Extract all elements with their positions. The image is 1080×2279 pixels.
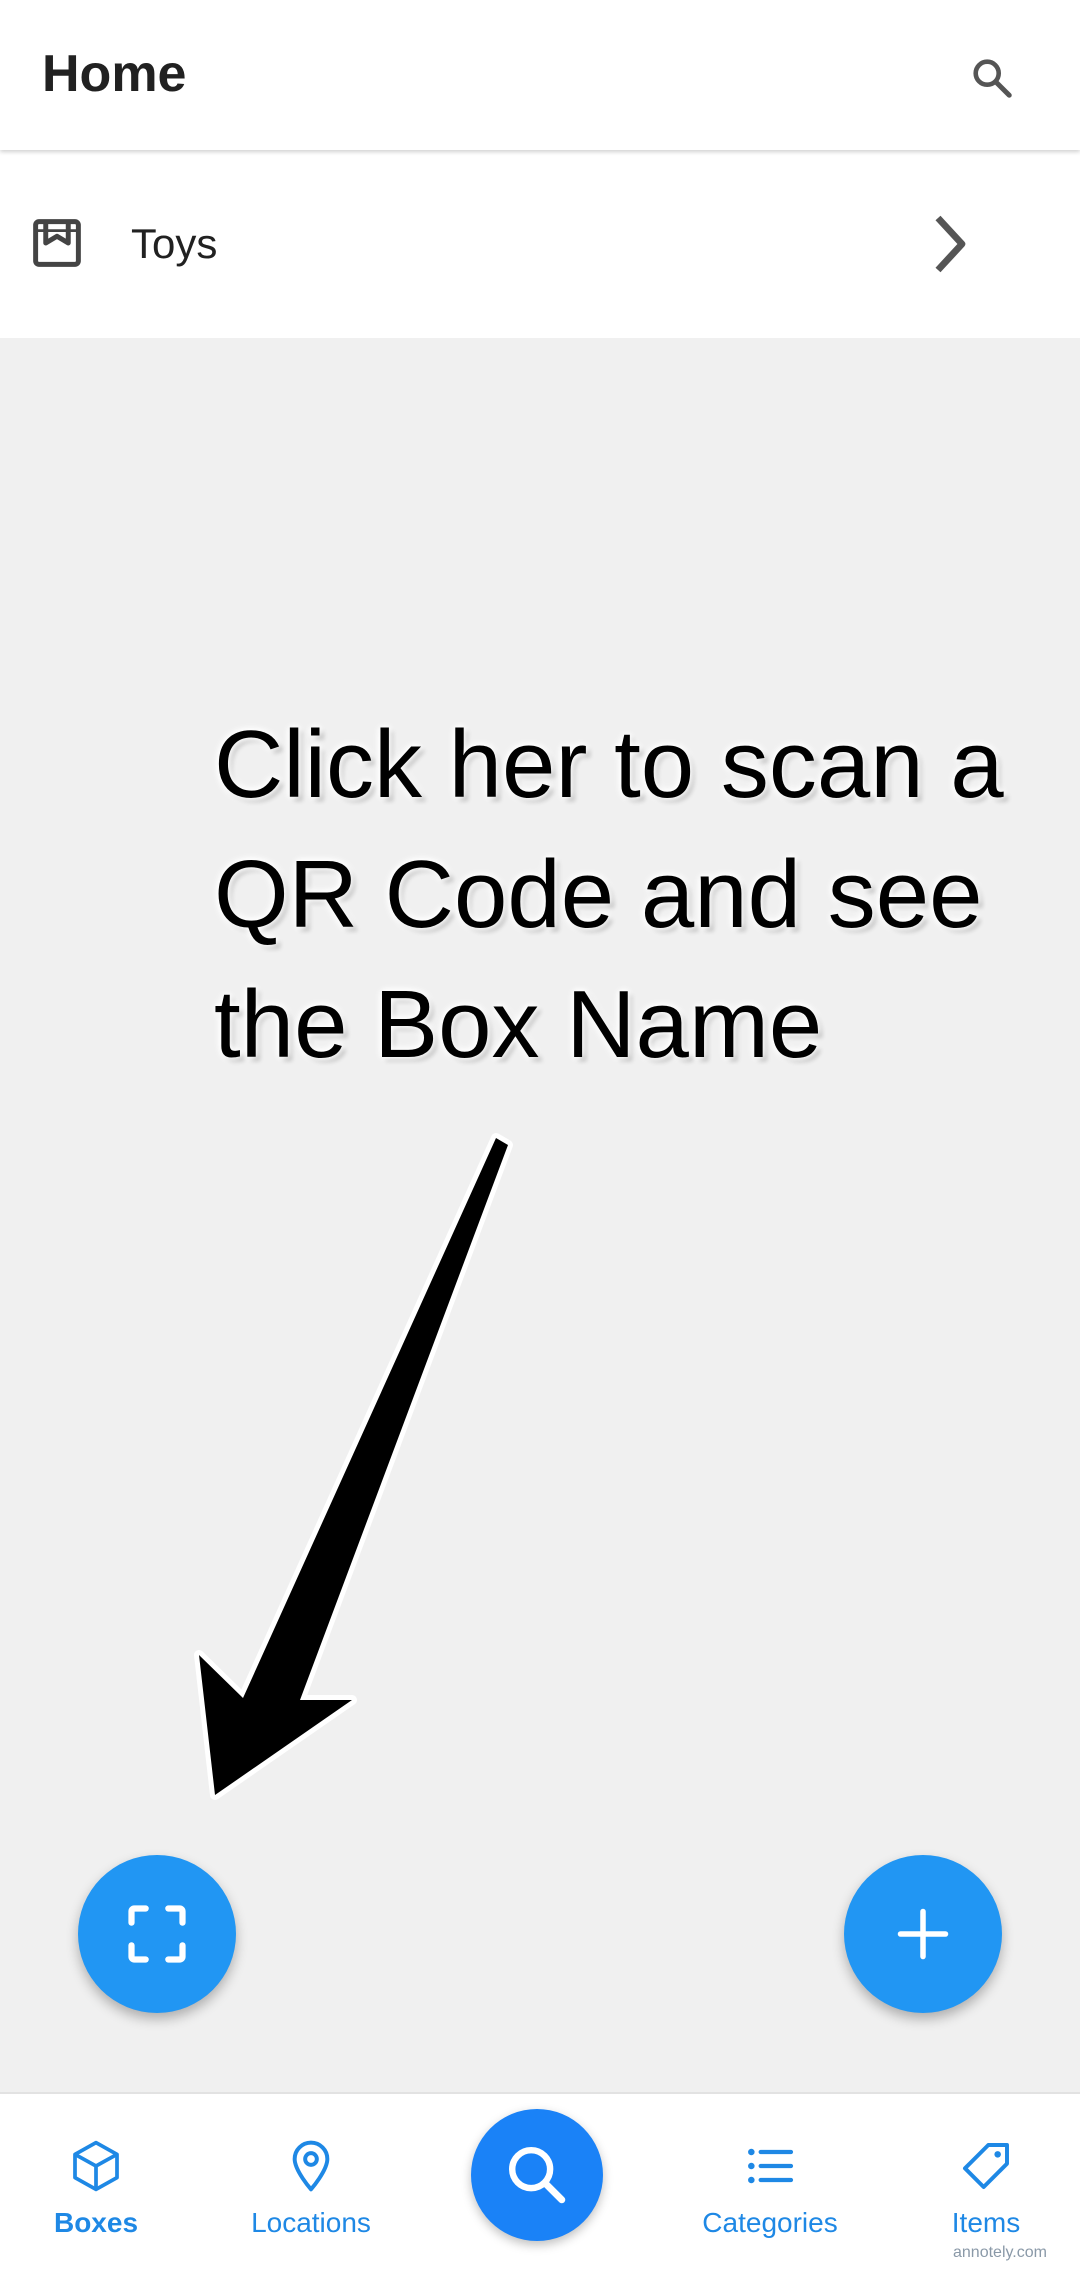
search-icon <box>508 2147 566 2204</box>
scan-icon <box>128 1905 186 1963</box>
bottom-navigation: Boxes Locations Categories Items <box>0 2092 1080 2279</box>
nav-label-items: Items <box>951 2207 1021 2238</box>
annotation-arrow <box>194 1133 513 1800</box>
nav-label-categories: Categories <box>702 2207 838 2238</box>
nav-label-locations: Locations <box>251 2207 371 2238</box>
nav-item-items[interactable]: Items <box>886 2138 1080 2239</box>
location-pin-icon <box>292 2140 330 2192</box>
cube-icon <box>73 2140 119 2192</box>
plus-icon <box>897 1908 949 1960</box>
nav-item-categories[interactable]: Categories <box>670 2138 870 2239</box>
nav-item-locations[interactable]: Locations <box>211 2138 411 2239</box>
tag-icon <box>963 2143 1009 2189</box>
list-icon <box>748 2148 794 2184</box>
nav-label-boxes: Boxes <box>53 2207 139 2238</box>
nav-item-boxes[interactable]: Boxes <box>0 2138 196 2239</box>
nav-search-button[interactable] <box>471 2109 603 2241</box>
watermark: annotely.com <box>953 2244 1047 2261</box>
